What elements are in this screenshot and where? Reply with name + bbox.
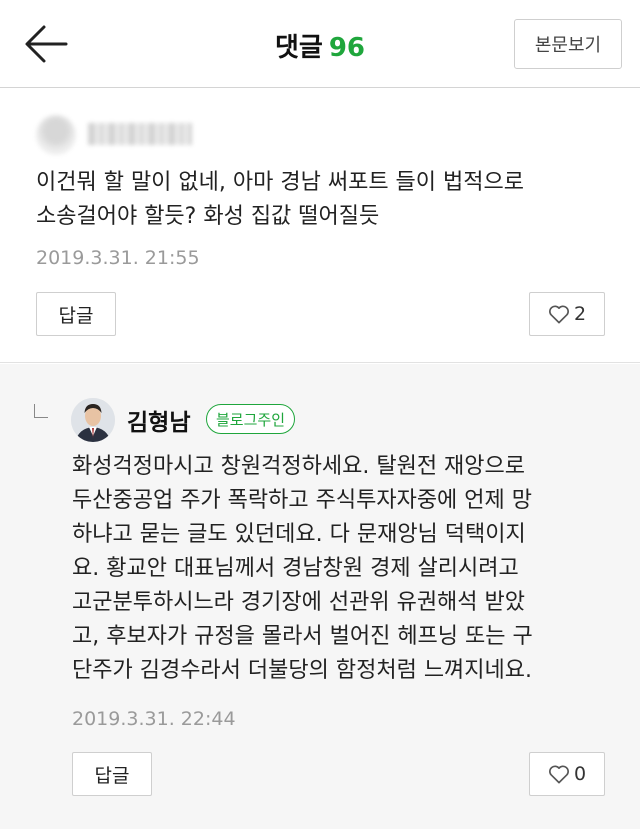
comment-line: 이건뭐 할 말이 없네, 아마 경남 써포트 들이 법적으로 [36,170,524,195]
author-name-blurred [88,123,192,145]
reply-corner-icon [34,404,48,418]
title-label: 댓글 [274,33,323,63]
avatar[interactable] [71,398,115,442]
avatar [36,115,76,155]
like-button[interactable]: 0 [529,752,605,796]
comment-count: 96 [328,33,366,63]
comment-line: 요. 황교안 대표님께서 경남창원 경제 살리시려고 [72,556,519,581]
comment-text: 화성걱정마시고 창원걱정하세요. 탈원전 재앙으로 두산중공업 주가 폭락하고 … [72,450,617,688]
view-post-button[interactable]: 본문보기 [514,19,622,69]
avatar-photo [71,398,115,442]
reply-comment-item: 김형남 블로그주인 화성걱정마시고 창원걱정하세요. 탈원전 재앙으로 두산중공… [0,364,640,829]
comment-item: 이건뭐 할 말이 없네, 아마 경남 써포트 들이 법적으로 소송걸어야 할듯?… [0,89,640,363]
comment-line: 고, 후보자가 규정을 몰라서 벌어진 헤프닝 또는 구 [72,624,533,649]
comment-line: 고군분투하시느라 경기장에 선관위 유권해석 받았 [72,590,526,615]
heart-outline-icon [548,305,569,324]
comment-line: 하냐고 묻는 글도 있던데요. 다 문재앙님 덕택이지 [72,522,526,547]
like-count: 2 [573,303,587,325]
like-button[interactable]: 2 [529,292,605,336]
comment-line: 소송걸어야 할듯? 화성 집값 떨어질듯 [36,204,380,229]
comment-line: 화성걱정마시고 창원걱정하세요. 탈원전 재앙으로 [72,454,526,479]
comment-line: 두산중공업 주가 폭락하고 주식투자자중에 언제 망 [72,488,533,513]
reply-button[interactable]: 답글 [36,292,116,336]
reply-button[interactable]: 답글 [72,752,152,796]
comment-line: 단주가 김경수라서 더불당의 함정처럼 느껴지네요. [72,658,533,683]
comment-text: 이건뭐 할 말이 없네, 아마 경남 써포트 들이 법적으로 소송걸어야 할듯?… [36,166,616,234]
author-name[interactable]: 김형남 [127,403,190,437]
heart-outline-icon [548,765,569,784]
comments-header: 댓글 96 본문보기 [0,0,640,88]
comment-date: 2019.3.31. 21:55 [36,247,200,269]
like-count: 0 [573,763,587,785]
comment-date: 2019.3.31. 22:44 [72,708,236,730]
blog-owner-badge: 블로그주인 [206,404,296,434]
